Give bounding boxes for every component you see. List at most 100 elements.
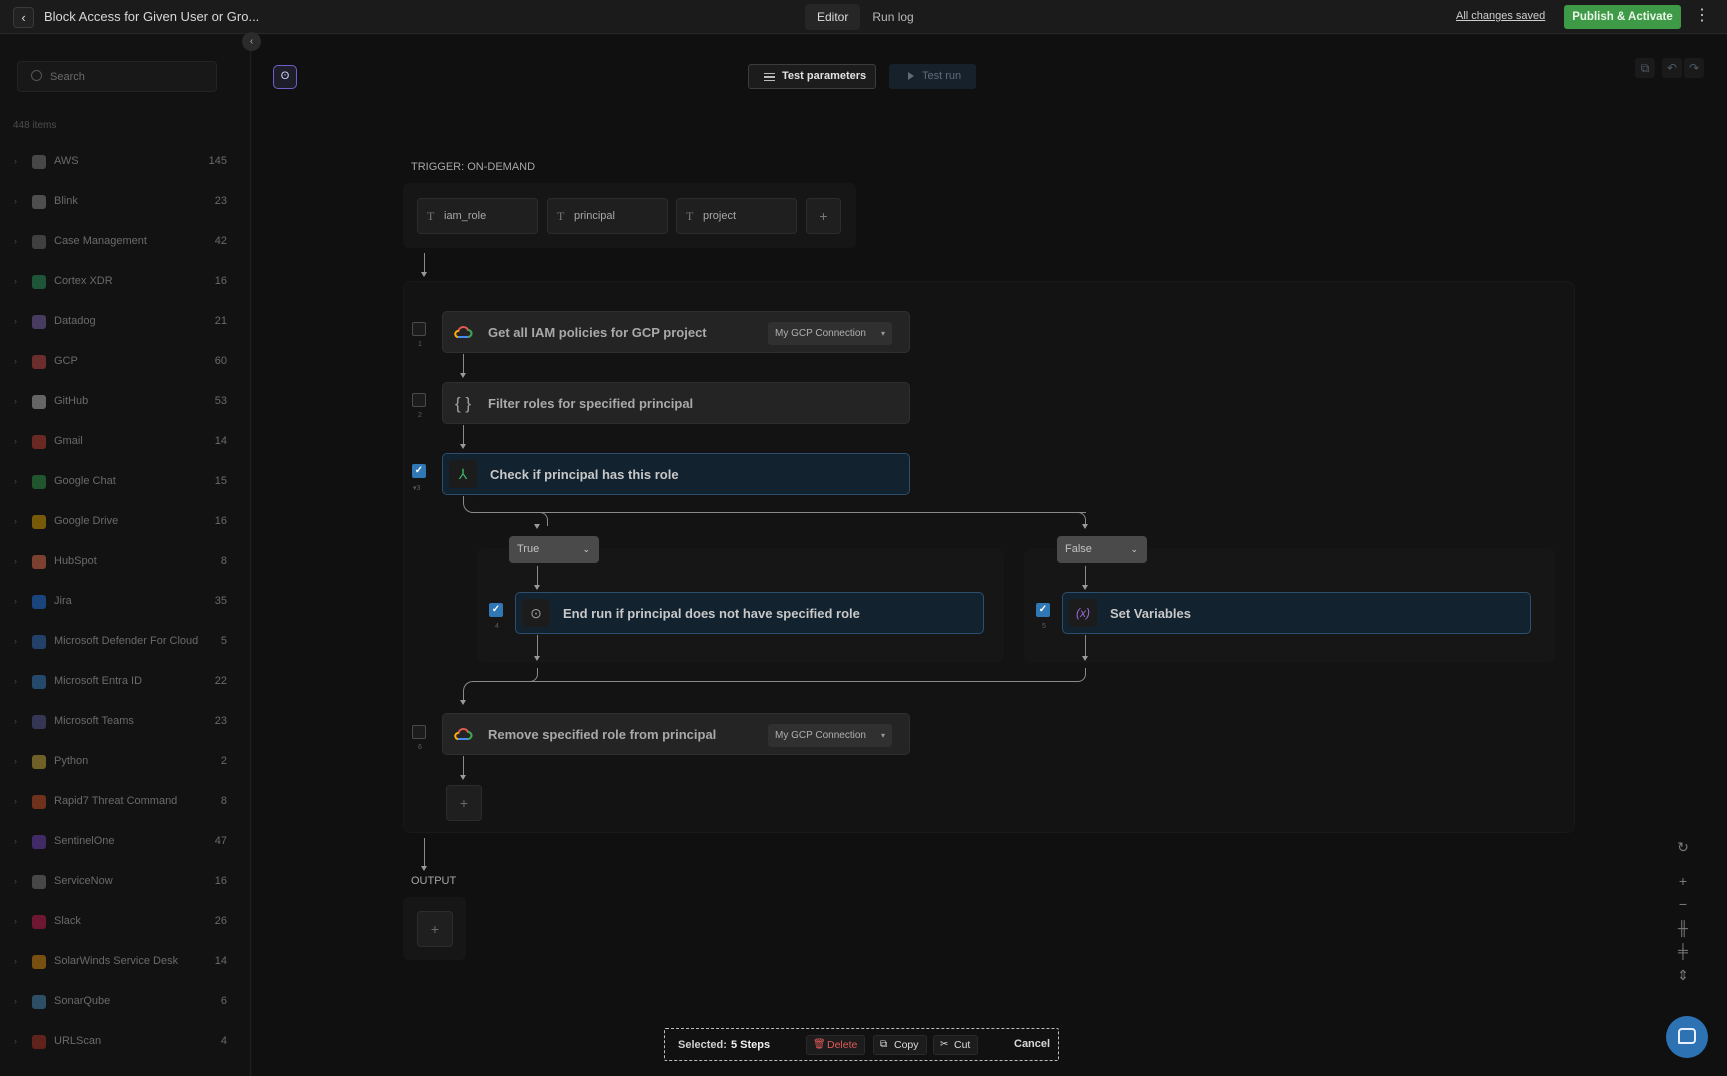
integration-count: 4 [220, 1035, 227, 1047]
selected-count: 5 Steps [731, 1039, 771, 1051]
sidebar-item-github[interactable]: › GitHub 53 [0, 383, 251, 423]
back-button[interactable]: ‹ [13, 7, 34, 28]
step-get-iam-policies[interactable]: Get all IAM policies for GCP project My … [442, 311, 910, 353]
workflow-title[interactable]: Block Access for Given User or Gro... [44, 9, 259, 24]
sidebar-item-rapid7-threat-command[interactable]: › Rapid7 Threat Command 8 [0, 783, 251, 823]
ai-assistant-icon[interactable]: ʘ [273, 65, 297, 89]
sidebar-item-jira[interactable]: › Jira 35 [0, 583, 251, 623]
connection-select[interactable]: My GCP Connection ▾ [768, 724, 892, 747]
cut-button[interactable]: ✂ Cut [933, 1035, 979, 1055]
step-number: 2 [418, 412, 422, 419]
integration-count: 16 [214, 275, 227, 287]
integration-count: 2 [220, 755, 227, 767]
test-run-button[interactable]: Test run [889, 64, 976, 89]
integration-logo-icon [32, 235, 46, 249]
expand-icon[interactable]: ⇕ [1672, 965, 1694, 985]
chevron-right-icon: › [14, 876, 17, 886]
sidebar-item-gmail[interactable]: › Gmail 14 [0, 423, 251, 463]
connection-select[interactable]: My GCP Connection ▾ [768, 322, 892, 345]
sidebar-item-microsoft-defender-for-cloud[interactable]: › Microsoft Defender For Cloud 5 [0, 623, 251, 663]
fit-vertical-icon[interactable]: ╪ [1672, 941, 1694, 961]
add-step-button[interactable]: + [446, 785, 482, 821]
tab-run-log[interactable]: Run log [860, 4, 925, 30]
sidebar-item-gcp[interactable]: › GCP 60 [0, 343, 251, 383]
sidebar-item-cortex-xdr[interactable]: › Cortex XDR 16 [0, 263, 251, 303]
step-checkbox-checked[interactable]: ✓ [412, 464, 426, 478]
integration-count: 22 [214, 675, 227, 687]
sidebar-item-datadog[interactable]: › Datadog 21 [0, 303, 251, 343]
step-check-principal-role[interactable]: ⅄ Check if principal has this role [442, 453, 910, 495]
search-input[interactable] [50, 68, 200, 86]
copy-button[interactable]: ⧉ Copy [873, 1035, 927, 1055]
step-checkbox-checked[interactable]: ✓ [1036, 603, 1050, 617]
step-number: 6 [418, 744, 422, 751]
sidebar-item-google-drive[interactable]: › Google Drive 16 [0, 503, 251, 543]
integration-name: SonarQube [54, 995, 111, 1007]
redo-icon[interactable]: ↷ [1684, 58, 1704, 78]
integration-logo-icon [32, 395, 46, 409]
step-checkbox-checked[interactable]: ✓ [489, 603, 503, 617]
step-checkbox[interactable] [412, 725, 426, 739]
trigger-param-principal[interactable]: Tprincipal [547, 198, 668, 234]
sidebar-item-sonarqube[interactable]: › SonarQube 6 [0, 983, 251, 1023]
sidebar-item-case-management[interactable]: › Case Management 42 [0, 223, 251, 263]
zoom-in-icon[interactable]: + [1672, 871, 1694, 891]
collapse-sidebar-button[interactable]: ‹ [242, 32, 261, 51]
trigger-param-iam-role[interactable]: Tiam_role [417, 198, 538, 234]
sidebar-item-hubspot[interactable]: › HubSpot 8 [0, 543, 251, 583]
publish-activate-button[interactable]: Publish & Activate [1564, 5, 1681, 29]
chevron-right-icon: › [14, 636, 17, 646]
integration-name: HubSpot [54, 555, 97, 567]
more-options-icon[interactable]: ⋮ [1694, 5, 1710, 29]
test-parameters-button[interactable]: Test parameters [748, 64, 876, 89]
integration-list: › AWS 145 › Blink 23 › Case Management 42 › Cortex… [0, 143, 251, 1063]
duplicate-icon[interactable]: ⧉ [1635, 58, 1655, 78]
add-param-button[interactable]: + [806, 198, 841, 234]
delete-button[interactable]: 🗑 Delete [806, 1035, 866, 1055]
sidebar-item-servicenow[interactable]: › ServiceNow 16 [0, 863, 251, 903]
branch-icon: ⅄ [449, 460, 477, 488]
step-label: End run if principal does not have speci… [563, 606, 860, 621]
search-box[interactable] [17, 61, 217, 92]
step-end-run[interactable]: ⊙ End run if principal does not have spe… [515, 592, 984, 634]
cut-label: Cut [954, 1039, 971, 1051]
fit-horizontal-icon[interactable]: ╫ [1672, 918, 1694, 938]
step-filter-roles[interactable]: { } Filter roles for specified principal [442, 382, 910, 424]
step-checkbox[interactable] [412, 393, 426, 407]
zoom-out-icon[interactable]: − [1672, 894, 1694, 914]
sidebar-item-sentinelone[interactable]: › SentinelOne 47 [0, 823, 251, 863]
integration-name: Slack [54, 915, 81, 927]
branch-true-select[interactable]: True ⌄ [509, 536, 599, 563]
cancel-button[interactable]: Cancel [1014, 1038, 1050, 1050]
step-set-variables[interactable]: (x) Set Variables [1062, 592, 1531, 634]
trigger-param-project[interactable]: Tproject [676, 198, 797, 234]
sidebar-item-slack[interactable]: › Slack 26 [0, 903, 251, 943]
save-status[interactable]: All changes saved [1456, 10, 1545, 22]
step-remove-role[interactable]: Remove specified role from principal My … [442, 713, 910, 755]
sidebar-item-urlscan[interactable]: › URLScan 4 [0, 1023, 251, 1063]
trigger-label: TRIGGER: ON-DEMAND [411, 161, 536, 173]
connector-arrow [534, 585, 540, 590]
step-number: 4 [495, 623, 499, 630]
undo-icon[interactable]: ↶ [1662, 58, 1682, 78]
chevron-right-icon: › [14, 996, 17, 1006]
text-type-icon: T [427, 209, 435, 223]
sidebar-item-microsoft-teams[interactable]: › Microsoft Teams 23 [0, 703, 251, 743]
branch-false-select[interactable]: False ⌄ [1057, 536, 1147, 563]
gcp-cloud-icon [452, 322, 474, 344]
integration-count: 8 [220, 555, 227, 567]
step-checkbox[interactable] [412, 322, 426, 336]
tab-editor[interactable]: Editor [805, 4, 861, 30]
sidebar-item-aws[interactable]: › AWS 145 [0, 143, 251, 183]
chevron-right-icon: › [14, 516, 17, 526]
sidebar-item-solarwinds-service-desk[interactable]: › SolarWinds Service Desk 14 [0, 943, 251, 983]
sidebar-item-python[interactable]: › Python 2 [0, 743, 251, 783]
sidebar-item-microsoft-entra-id[interactable]: › Microsoft Entra ID 22 [0, 663, 251, 703]
reset-view-icon[interactable]: ↻ [1672, 837, 1694, 857]
integration-logo-icon [32, 555, 46, 569]
sidebar-item-blink[interactable]: › Blink 23 [0, 183, 251, 223]
support-chat-button[interactable] [1666, 1016, 1708, 1058]
chevron-right-icon: › [14, 916, 17, 926]
add-output-button[interactable]: + [417, 911, 453, 947]
sidebar-item-google-chat[interactable]: › Google Chat 15 [0, 463, 251, 503]
